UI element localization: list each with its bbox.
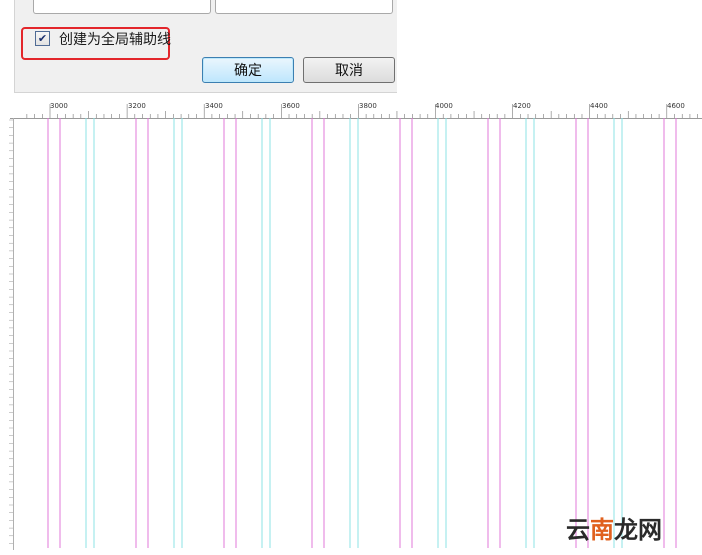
ruler-label: 3000 — [50, 102, 68, 110]
ruler-label: 3600 — [282, 102, 300, 110]
watermark-part2: 南 — [590, 516, 614, 544]
ruler-label: 4000 — [435, 102, 453, 110]
ruler-label: 3400 — [205, 102, 223, 110]
cancel-button[interactable]: 取消 — [303, 57, 395, 83]
ruler-label: 3800 — [359, 102, 377, 110]
input-field-left[interactable] — [33, 0, 211, 14]
vertical-ruler[interactable] — [8, 118, 14, 550]
horizontal-ruler[interactable]: 3000 3200 3400 3600 3800 4000 4200 4400 … — [10, 102, 702, 119]
global-guide-checkbox[interactable]: ✔ — [35, 31, 50, 46]
ruler-label: 4600 — [667, 102, 685, 110]
checkbox-label: 创建为全局辅助线 — [59, 32, 171, 48]
watermark-part3: 龙网 — [614, 516, 662, 544]
ruler-label: 4200 — [513, 102, 531, 110]
dialog-panel: ✔ 创建为全局辅助线 确定 取消 — [14, 0, 397, 93]
ruler-label: 4400 — [590, 102, 608, 110]
check-icon: ✔ — [37, 32, 48, 45]
input-field-right[interactable] — [215, 0, 393, 14]
ok-button[interactable]: 确定 — [202, 57, 294, 83]
watermark-part1: 云 — [566, 516, 590, 544]
watermark-logo: 云南龙网 — [566, 510, 662, 545]
ruler-label: 3200 — [128, 102, 146, 110]
